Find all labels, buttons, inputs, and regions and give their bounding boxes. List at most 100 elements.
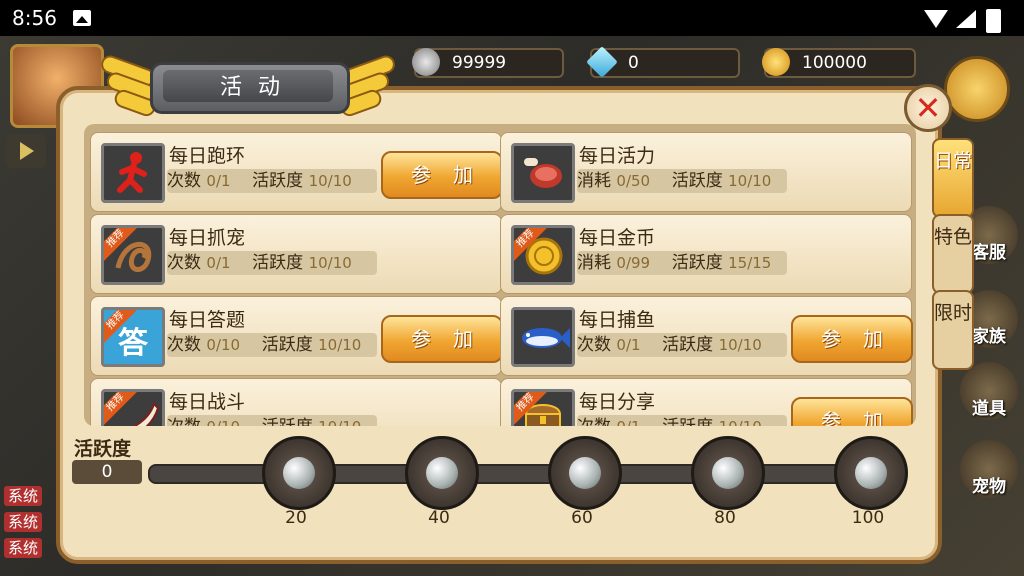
activity-card-running: 每日跑环 次数 0/1 活跃度 10/10 参加 [90, 132, 503, 212]
activity-card-battle: 推荐 每日战斗 次数 0/10 活跃度 10/10 [90, 378, 502, 426]
activity-points-label: 活跃度 [74, 438, 132, 460]
activity-card-gold: 推荐 每日金币 消耗 0/99 活跃度 15/15 [500, 214, 912, 294]
join-button[interactable]: 参加 [791, 397, 913, 426]
tuna-fish-icon [511, 307, 575, 367]
stat-label: 次数 [167, 253, 201, 273]
reward-chest-node[interactable] [405, 436, 479, 510]
stat-value: 0/50 [616, 172, 651, 190]
stat-value: 0/99 [616, 254, 651, 272]
activity-name: 每日金币 [579, 227, 656, 249]
tab-daily[interactable]: 日常 [932, 138, 974, 218]
reward-chest-node[interactable] [691, 436, 765, 510]
status-icons [924, 8, 1014, 33]
stat-value: 0/1 [616, 418, 640, 426]
pearl-icon [855, 457, 887, 489]
stat-value: 10/10 [728, 172, 772, 190]
stat-value: 10/10 [308, 254, 352, 272]
gold-coin-icon [762, 48, 790, 76]
activity-stats: 次数 0/10 活跃度 10/10 [167, 415, 377, 426]
milestone-value: 100 [851, 508, 885, 528]
activity-stats: 次数 0/1 活跃度 10/10 [167, 169, 377, 193]
stat-label: 次数 [167, 171, 201, 191]
reward-chest-node[interactable] [548, 436, 622, 510]
stat-value: 15/15 [728, 254, 772, 272]
activity-stats: 消耗 0/50 活跃度 10/10 [577, 169, 787, 193]
reward-chest-node[interactable] [834, 436, 908, 510]
activity-stats: 次数 0/1 活跃度 10/10 [577, 415, 787, 426]
activity-name: 每日分享 [579, 391, 656, 413]
stat-label: 活跃度 [262, 417, 313, 426]
side-button-items[interactable]: 道具 [954, 362, 1024, 422]
activity-name: 每日捕鱼 [579, 309, 656, 331]
stat-value: 0/1 [206, 172, 231, 190]
gold-coin-icon: 推荐 [511, 225, 575, 285]
silver-coin-icon [412, 48, 440, 76]
stat-label: 活跃度 [252, 171, 304, 191]
activity-name: 每日战斗 [169, 391, 246, 413]
pearl-icon [426, 457, 458, 489]
play-icon[interactable] [6, 134, 46, 168]
stat-label: 活跃度 [261, 335, 313, 355]
pearl-icon [712, 457, 744, 489]
gold-counter: 100000 [762, 48, 916, 78]
wifi-icon [924, 10, 948, 28]
stat-label: 活跃度 [662, 417, 713, 426]
stat-label: 活跃度 [671, 171, 723, 191]
stat-label: 活跃度 [671, 253, 723, 273]
side-button-pets[interactable]: 宠物 [954, 440, 1024, 500]
activity-card-vitality: 每日活力 消耗 0/50 活跃度 10/10 [500, 132, 912, 212]
stat-label: 次数 [167, 335, 201, 355]
panel-title-plate: 活动 [150, 62, 350, 114]
tab-limited[interactable]: 限时 [932, 290, 974, 370]
activity-stats: 消耗 0/99 活跃度 15/15 [577, 251, 787, 275]
battery-icon [986, 9, 1001, 33]
stat-label: 次数 [577, 417, 611, 426]
side-button-label: 道具 [972, 399, 1006, 419]
treasure-chest-icon: 推荐 [511, 389, 575, 426]
activity-card-fishing: 每日捕鱼 次数 0/1 活跃度 10/10 参加 [500, 296, 913, 376]
image-notification-icon [73, 10, 91, 26]
activity-stats: 次数 0/1 活跃度 10/10 [577, 333, 787, 357]
stat-value: 0/10 [206, 336, 241, 354]
chat-channel-tag: 系统 [4, 538, 43, 558]
silver-value: 99999 [452, 53, 507, 73]
activity-card-quiz: 答 推荐 每日答题 次数 0/10 活跃度 10/10 参加 [90, 296, 503, 376]
activity-list[interactable]: 每日跑环 次数 0/1 活跃度 10/10 参加 每日活力 消耗 0/50 活跃… [84, 124, 916, 426]
signal-icon [956, 10, 976, 28]
meat-icon [511, 143, 575, 203]
tab-label: 日常 [934, 150, 973, 172]
join-button[interactable]: 参加 [791, 315, 913, 363]
chat-channel-tag: 系统 [4, 512, 43, 532]
running-man-icon [101, 143, 165, 203]
stat-label: 次数 [577, 335, 611, 355]
stat-value: 10/10 [719, 418, 762, 426]
activity-name: 每日抓宠 [169, 227, 246, 249]
chat-channel-tag: 系统 [4, 486, 43, 506]
status-bar: 8:56 [0, 0, 1024, 36]
stat-label: 次数 [167, 417, 201, 426]
pearl-icon [283, 457, 315, 489]
status-time: 8:56 [12, 6, 57, 30]
crystal-icon [586, 46, 618, 78]
stat-value: 0/10 [206, 418, 240, 426]
stat-value: 10/10 [718, 336, 762, 354]
rope-icon: 推荐 [101, 225, 165, 285]
panel-title: 活动 [219, 75, 296, 100]
join-button[interactable]: 参加 [381, 151, 503, 199]
milestone-value: 60 [571, 508, 593, 528]
reward-chest-node[interactable] [262, 436, 336, 510]
tab-label: 限时 [934, 302, 973, 324]
stat-value: 0/1 [616, 336, 641, 354]
activity-stats: 次数 0/10 活跃度 10/10 [167, 333, 377, 357]
silver-counter: 99999 [412, 48, 564, 78]
milestone-value: 80 [714, 508, 736, 528]
stat-value: 10/10 [308, 172, 352, 190]
stat-label: 消耗 [577, 171, 611, 191]
stat-label: 活跃度 [252, 253, 304, 273]
join-button[interactable]: 参加 [381, 315, 503, 363]
compass-icon[interactable] [944, 56, 1010, 122]
gem-value: 0 [628, 53, 639, 73]
activity-card-catch-pet: 推荐 每日抓宠 次数 0/1 活跃度 10/10 [90, 214, 502, 294]
tab-special[interactable]: 特色 [932, 214, 974, 294]
activity-card-share: 推荐 每日分享 次数 0/1 活跃度 10/10 参加 [500, 378, 913, 426]
